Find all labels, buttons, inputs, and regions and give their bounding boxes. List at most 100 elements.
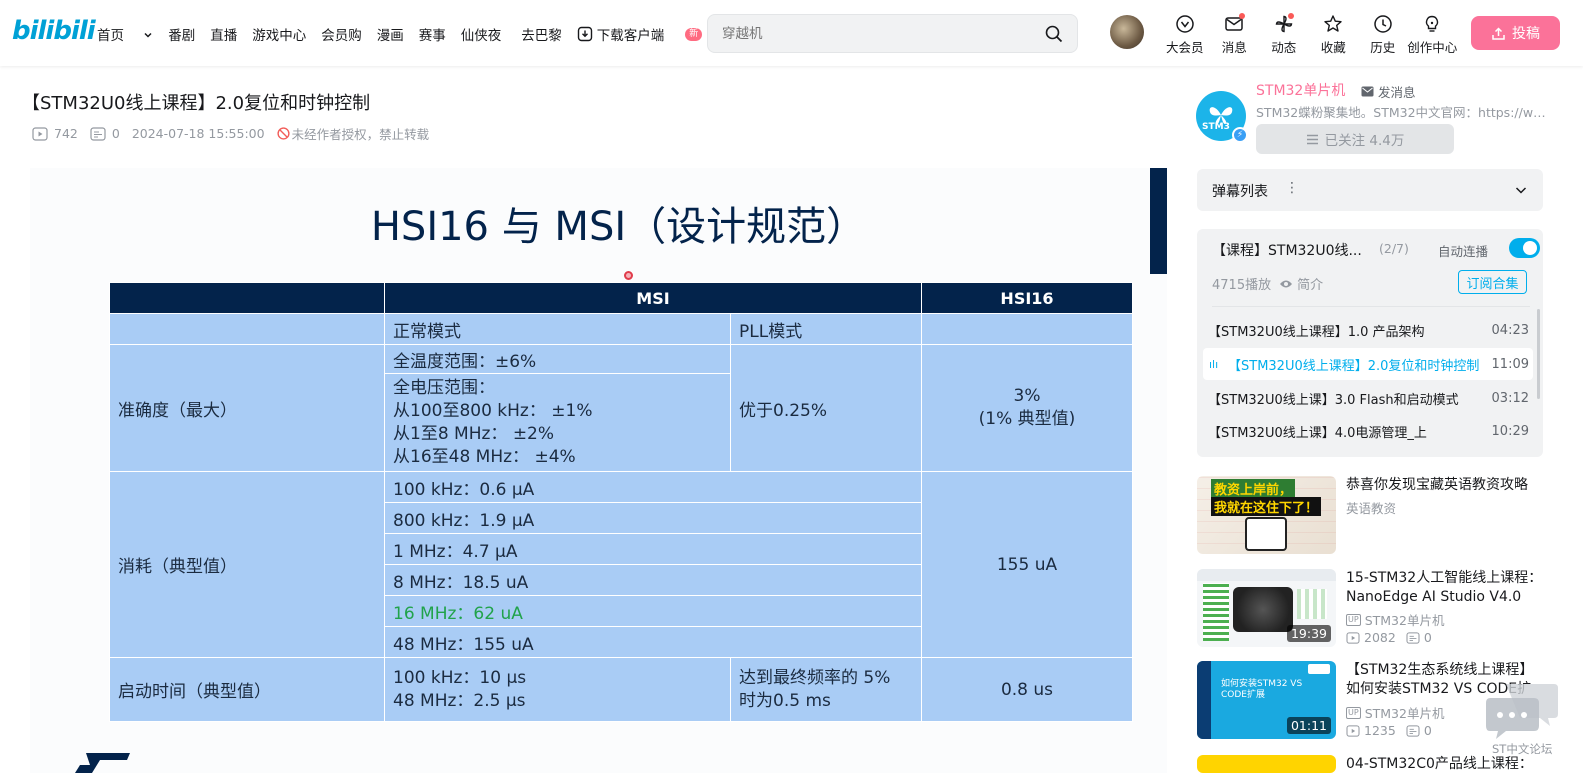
chevron-down-icon[interactable] [1513, 182, 1529, 198]
hsi-header: HSI16 [921, 282, 1133, 314]
bulb-icon [1426, 15, 1439, 32]
video-thumbnail[interactable] [1197, 755, 1336, 773]
nav-esports[interactable]: 赛事 [419, 24, 446, 44]
recommended-title[interactable]: 恭喜你发现宝藏英语教资攻略 [1346, 476, 1543, 495]
playlist-item[interactable]: 【STM32U0线上课】3.0 Flash和启动模式 03:12 [1203, 382, 1533, 414]
publish-date: 2024-07-18 15:55:00 [131, 126, 265, 141]
search-input[interactable] [722, 24, 1022, 44]
playlist-item[interactable]: 【STM32U0线上课】4.0电源管理_上 10:29 [1203, 415, 1533, 447]
menu-lines-icon [1306, 134, 1318, 144]
uploader-avatar[interactable]: STM3 ⚡ [1196, 91, 1248, 143]
table-corner-cell [109, 282, 385, 314]
playlist-item-active[interactable]: ılı 【STM32U0线上课程】2.0复位和时钟控制 11:09 [1203, 348, 1533, 380]
history-button[interactable]: 历史 [1358, 14, 1408, 56]
danmaku-list-panel[interactable]: 弹幕列表 ⋮ [1197, 169, 1543, 211]
recommended-author[interactable]: UP STM32单片机 [1346, 610, 1444, 629]
eye-icon [1280, 280, 1293, 287]
video-thumbnail[interactable]: 如何安装STM32 VS CODE扩展 01:11 [1197, 661, 1336, 739]
playlist-title[interactable]: 【课程】STM32U0线... [1212, 240, 1362, 260]
clock-icon [1374, 15, 1392, 33]
st-logo [75, 753, 130, 773]
new-badge: 新 [685, 27, 703, 41]
dynamics-button[interactable]: 动态 [1259, 13, 1309, 56]
recommended-stats: 1235 0 [1346, 723, 1432, 738]
panda-meme-image [1245, 517, 1287, 551]
search-icon[interactable] [1045, 25, 1063, 43]
chevron-down-icon [144, 32, 152, 38]
play-count-icon [32, 126, 48, 141]
nav-paris[interactable]: 去巴黎 [521, 24, 562, 44]
recommended-title[interactable]: 15-STM32人工智能线上课程：NanoEdge AI Studio V4.0 [1346, 569, 1543, 607]
upload-icon [1492, 26, 1505, 40]
user-menu: 大会员 消息 动态 收藏 历史 创作中心 [1160, 13, 1457, 56]
startup-pll: 达到最终频率的 5% 时为0.5 ms [730, 657, 922, 722]
recommended-author[interactable]: UP STM32单片机 [1346, 703, 1444, 722]
playlist-panel: 【课程】STM32U0线... (2/7) 自动连播 4715播放 简介 订阅合… [1197, 229, 1543, 457]
danmaku-list-title: 弹幕列表 [1212, 184, 1268, 200]
send-message-button[interactable]: 发消息 [1361, 82, 1416, 101]
messages-button[interactable]: 消息 [1210, 13, 1260, 56]
autoplay-toggle[interactable] [1509, 238, 1540, 258]
intro-link[interactable]: 简介 [1297, 274, 1323, 293]
nav-download-client[interactable]: 下载客户端 新 [577, 24, 718, 44]
nav-mall[interactable]: 会员购 [321, 24, 362, 44]
consumption-row: 48 MHz：155 uA [384, 626, 922, 658]
upload-button[interactable]: 投稿 [1471, 16, 1560, 50]
video-player[interactable]: HSI16 与 MSI（设计规范） MSI HSI16 正常模式 PLL模式 准… [30, 168, 1167, 773]
danmaku-icon [90, 126, 106, 141]
video-thumbnail[interactable]: 教资上岸前， 我就在这住下了！ [1197, 476, 1336, 554]
slide-title: HSI16 与 MSI（设计规范） [370, 204, 867, 250]
accuracy-voltage: 全电压范围： 从100至800 kHz： ±1% 从1至8 MHz： ±2% 从… [384, 373, 731, 472]
startup-hsi: 0.8 us [921, 657, 1133, 722]
recommended-stats: 2082 0 [1346, 630, 1432, 645]
nav-game-center[interactable]: 游戏中心 [252, 24, 306, 44]
consumption-row: 800 kHz：1.9 µA [384, 502, 922, 534]
playing-wave-icon: ılı [1209, 357, 1219, 371]
uploader-description: STM32蝶粉聚集地。STM32中文官网：https://www.stmcu.c… [1256, 105, 1546, 120]
nav-anime[interactable]: 番剧 [168, 24, 195, 44]
nav-manga[interactable]: 漫画 [377, 24, 404, 44]
recommended-video[interactable]: 教资上岸前， 我就在这住下了！ 恭喜你发现宝藏英语教资攻略 英语教资 [1197, 476, 1543, 556]
playlist-scrollbar[interactable] [1537, 309, 1540, 399]
video-title: 【STM32U0线上课程】2.0复位和时钟控制 [22, 93, 371, 114]
forum-label: ST中文论坛 [1492, 742, 1553, 756]
st-forum-float-button[interactable]: ST中文论坛 [1484, 682, 1564, 773]
autoplay-label: 自动连播 [1438, 244, 1489, 259]
msi-header: MSI [384, 282, 922, 314]
uploader-name[interactable]: STM32单片机 [1256, 80, 1345, 100]
normal-mode-header: 正常模式 [384, 313, 731, 345]
recommended-video[interactable]: 19:39 15-STM32人工智能线上课程：NanoEdge AI Studi… [1197, 569, 1543, 649]
accuracy-label: 准确度（最大） [109, 344, 385, 472]
favorites-button[interactable]: 收藏 [1309, 14, 1359, 56]
search-box [707, 14, 1078, 53]
nav-live[interactable]: 直播 [210, 24, 237, 44]
nav-xianxia[interactable]: 仙侠夜 [461, 24, 502, 44]
subscribe-collection-button[interactable]: 订阅合集 [1458, 270, 1527, 294]
consumption-row: 1 MHz：4.7 µA [384, 533, 922, 565]
danmaku-icon [1406, 724, 1420, 737]
recommended-author[interactable]: 英语教资 [1346, 498, 1396, 517]
startup-normal: 100 kHz：10 µs 48 MHz：2.5 µs [384, 657, 731, 722]
envelope-icon [1361, 86, 1374, 97]
play-count-icon [1346, 724, 1360, 737]
video-meta: 742 0 2024-07-18 15:55:00 未经作者授权，禁止转载 [32, 124, 441, 143]
star-icon [1324, 15, 1342, 32]
accuracy-pll: 优于0.25% [730, 344, 922, 472]
download-icon [577, 26, 592, 42]
creator-center-button[interactable]: 创作中心 [1407, 14, 1457, 56]
follow-button[interactable]: 已关注 4.4万 [1256, 124, 1454, 154]
vip-button[interactable]: 大会员 [1160, 14, 1210, 56]
consumption-label: 消耗（典型值） [109, 471, 385, 658]
copyright-notice: 未经作者授权，禁止转载 [276, 124, 429, 143]
user-avatar[interactable] [1110, 15, 1144, 49]
consumption-row: 100 kHz：0.6 µA [384, 471, 922, 503]
consumption-row: 8 MHz：18.5 uA [384, 564, 922, 596]
top-header: bilibili 首页 番剧 直播 游戏中心 会员购 漫画 赛事 仙侠夜 去巴黎… [0, 0, 1583, 66]
nav-home[interactable]: 首页 [97, 24, 153, 44]
verified-badge: ⚡ [1232, 127, 1248, 143]
danmaku-icon [1406, 631, 1420, 644]
more-options-icon[interactable]: ⋮ [1285, 180, 1299, 196]
video-thumbnail[interactable]: 19:39 [1197, 569, 1336, 647]
bilibili-logo[interactable]: bilibili [12, 16, 96, 46]
playlist-item[interactable]: 【STM32U0线上课程】1.0 产品架构 04:23 [1203, 314, 1533, 346]
